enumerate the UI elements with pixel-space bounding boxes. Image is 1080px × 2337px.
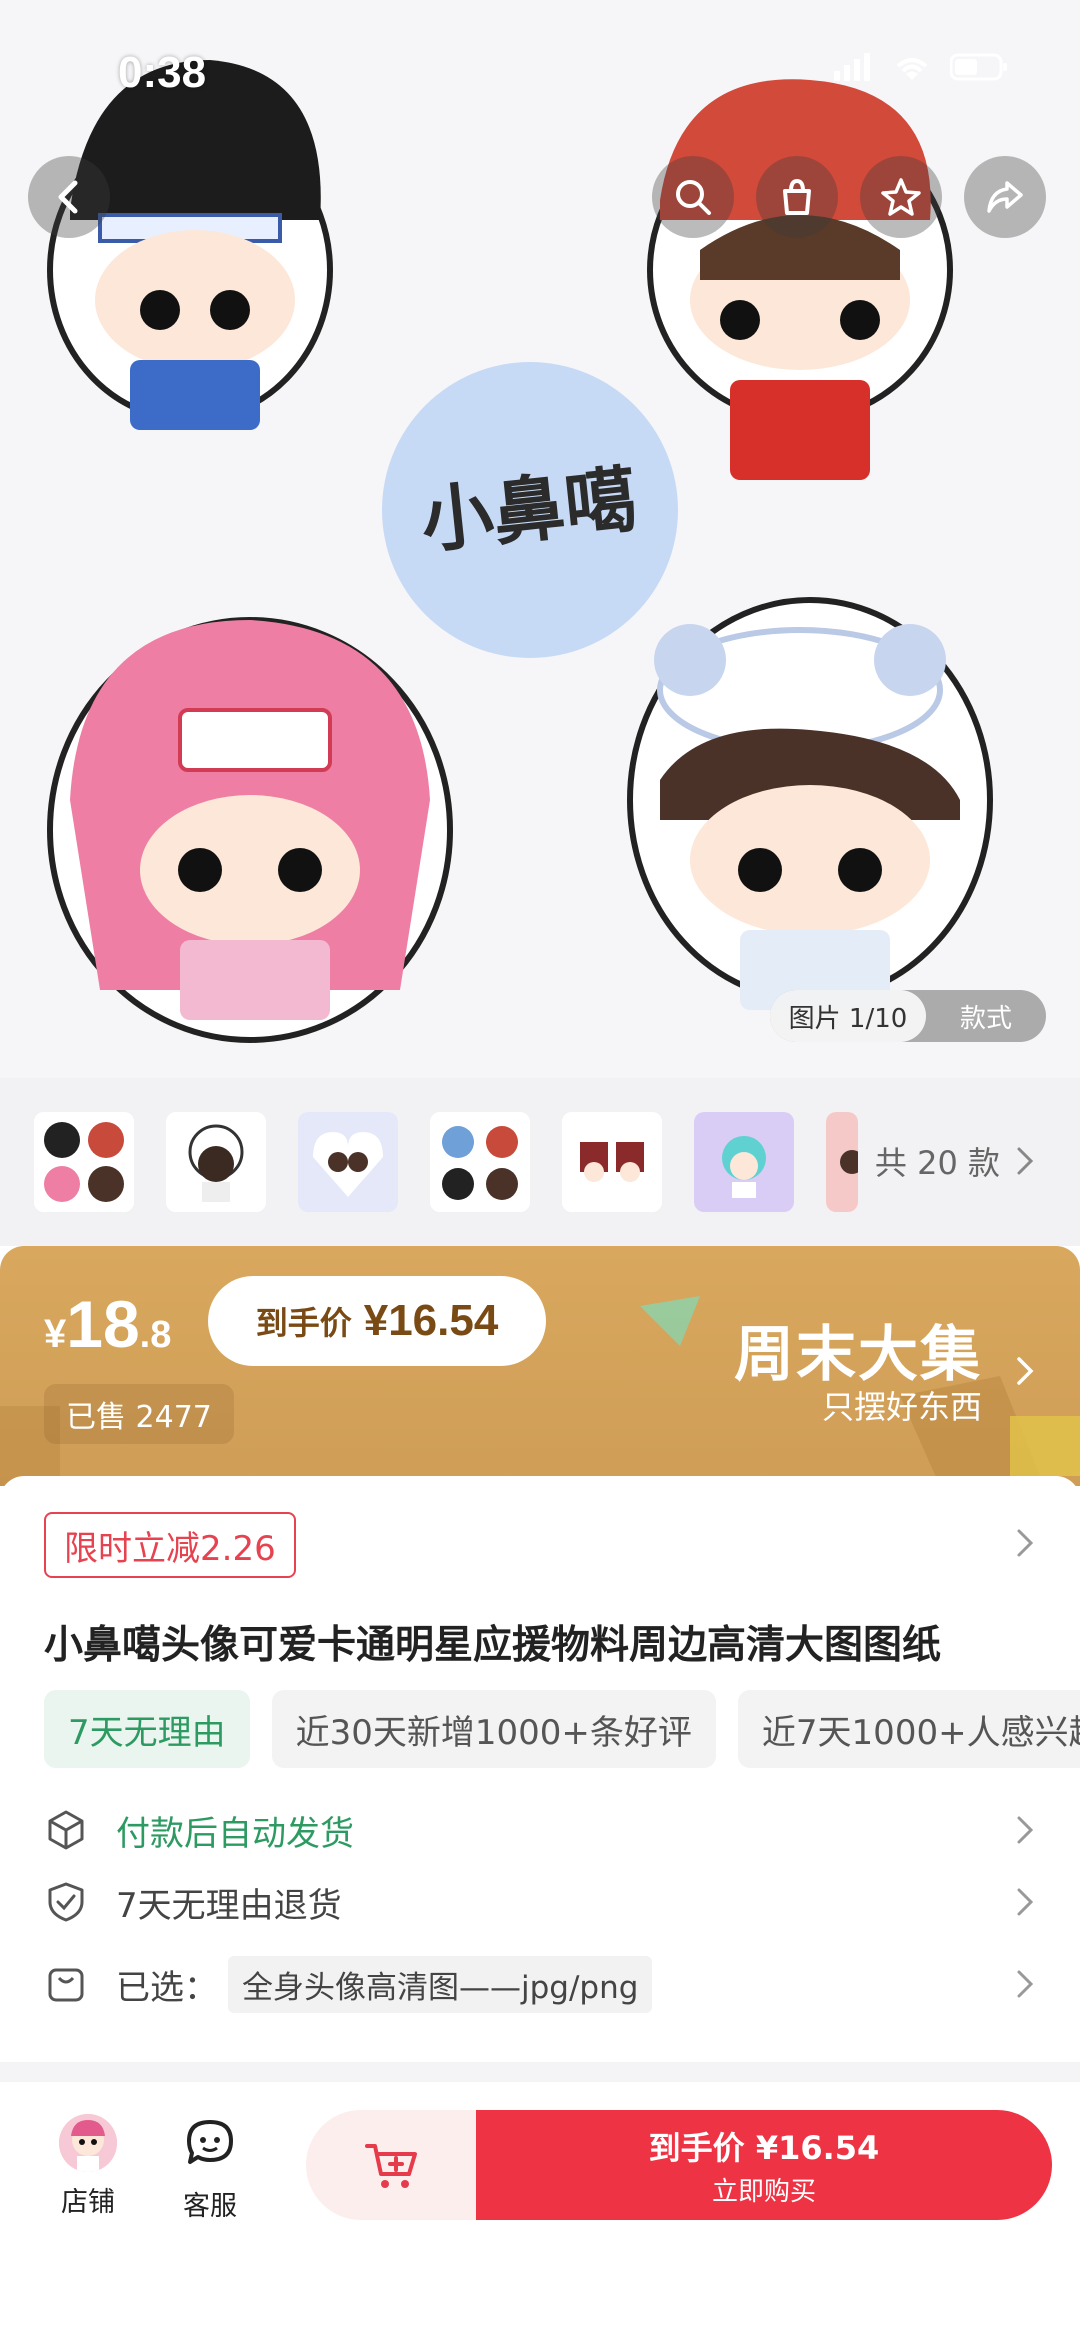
tag-reviews: 近30天新增1000+条好评 [271, 1690, 716, 1768]
selected-label: 已选： [116, 1967, 218, 2008]
product-info-card: 限时立减2.26 小鼻噶头像可爱卡通明星应援物料周边高清大图图纸 7天无理由 近… [0, 1476, 1080, 2062]
status-time: 0:38 [118, 48, 207, 97]
product-title: 小鼻噶头像可爱卡通明星应援物料周边高清大图图纸 [44, 1623, 942, 1668]
shield-check-icon [48, 1882, 84, 1922]
image-pager[interactable]: 图片 1/10 款式 [770, 990, 1046, 1042]
return-text: 7天无理由退货 [116, 1885, 342, 1926]
bag-icon [48, 1968, 84, 2002]
buy-now-label: 立即购买 [711, 2176, 816, 2207]
price-decimal: .8 [139, 1314, 172, 1356]
shop-button[interactable]: 店铺 [58, 2114, 118, 2219]
price-integer: 18 [66, 1287, 140, 1361]
buy-now-button[interactable]: 到手价 ¥16.54 立即购买 [476, 2110, 1052, 2220]
chibi-figure-3 [47, 617, 453, 1043]
search-icon [676, 180, 711, 215]
product-image-gallery[interactable]: 小鼻噶 0:38 图片 1/10 款式 [0, 0, 1080, 1078]
chevron-right-icon [1017, 1888, 1034, 1916]
variant-thumbnails: 共 20 款 [0, 1078, 1080, 1246]
variant-count[interactable]: 共 20 款 [875, 1138, 1034, 1184]
chevron-right-icon [1017, 1816, 1034, 1844]
star-icon [881, 178, 921, 216]
delivery-text: 付款后自动发货 [116, 1813, 354, 1854]
pager-style-tab[interactable]: 款式 [926, 998, 1046, 1035]
service-tags: 7天无理由 近30天新增1000+条好评 近7天1000+人感兴趣 [44, 1690, 1080, 1768]
sold-count: 已售 2477 [44, 1384, 234, 1444]
search-button[interactable] [652, 156, 734, 238]
variant-thumbnail[interactable] [562, 1112, 662, 1212]
selected-spec-value: 全身头像高清图——jpg/png [228, 1955, 653, 2013]
section-divider [0, 2062, 1080, 2082]
add-to-cart-button[interactable] [306, 2110, 478, 2220]
variant-thumbnail[interactable] [826, 1112, 858, 1212]
price-banner[interactable]: ¥18.8 到手价 ¥16.54 已售 2477 周末大集 只摆好东西 [0, 1246, 1080, 1486]
wifi-icon [896, 58, 928, 80]
back-arrow-icon [58, 180, 78, 214]
battery-icon [950, 53, 1007, 81]
bag-button[interactable] [756, 156, 838, 238]
chevron-right-icon [1017, 1357, 1034, 1385]
back-button[interactable] [28, 156, 110, 238]
cart-add-icon [365, 2144, 417, 2188]
favorite-button[interactable] [860, 156, 942, 238]
final-price-value: ¥16.54 [363, 1296, 499, 1345]
box-icon [48, 1810, 84, 1850]
variant-thumbnail[interactable] [430, 1112, 530, 1212]
variant-thumbnail[interactable] [34, 1112, 134, 1212]
tag-return-policy: 7天无理由 [44, 1690, 250, 1768]
final-price-label: 到手价 [255, 1304, 352, 1342]
bottom-action-bar: 店铺 客服 到手价 ¥16.54 立即购买 [0, 2082, 1080, 2337]
promo-title: 周末大集 [734, 1320, 982, 1390]
final-price-pill: 到手价 ¥16.54 [208, 1276, 546, 1366]
share-button[interactable] [964, 156, 1046, 238]
chat-icon [187, 2120, 233, 2164]
bag-icon [783, 178, 811, 215]
variant-thumbnail[interactable] [298, 1112, 398, 1212]
tag-interest: 近7天1000+人感兴趣 [737, 1690, 1080, 1768]
return-row[interactable]: 7天无理由退货 [44, 1872, 1034, 1932]
price-symbol: ¥ [44, 1312, 67, 1356]
chevron-right-icon [1017, 1970, 1034, 1998]
promo-subtitle: 只摆好东西 [821, 1388, 982, 1426]
customer-service-button[interactable]: 客服 [180, 2114, 240, 2223]
signal-icon [834, 53, 870, 81]
chevron-right-icon [1017, 1147, 1034, 1175]
variant-thumbnail[interactable] [694, 1112, 794, 1212]
shop-avatar [59, 2114, 117, 2172]
selected-spec-row[interactable]: 已选： 全身头像高清图——jpg/png [44, 1954, 1034, 2014]
delivery-row[interactable]: 付款后自动发货 [44, 1800, 1034, 1860]
service-label: 客服 [183, 2191, 237, 2222]
coupon-badge[interactable]: 限时立减2.26 [44, 1512, 296, 1578]
list-price: ¥18.8 [44, 1286, 171, 1362]
variant-thumbnail[interactable] [166, 1112, 266, 1212]
share-icon [987, 181, 1023, 213]
chevron-right-icon[interactable] [1016, 1528, 1034, 1558]
status-icons [834, 52, 1010, 82]
pager-index[interactable]: 图片 1/10 [770, 990, 926, 1042]
buy-price-label: 到手价 ¥16.54 [648, 2128, 880, 2167]
variant-count-label: 共 20 款 [874, 1144, 1000, 1182]
shop-label: 店铺 [61, 2187, 115, 2218]
